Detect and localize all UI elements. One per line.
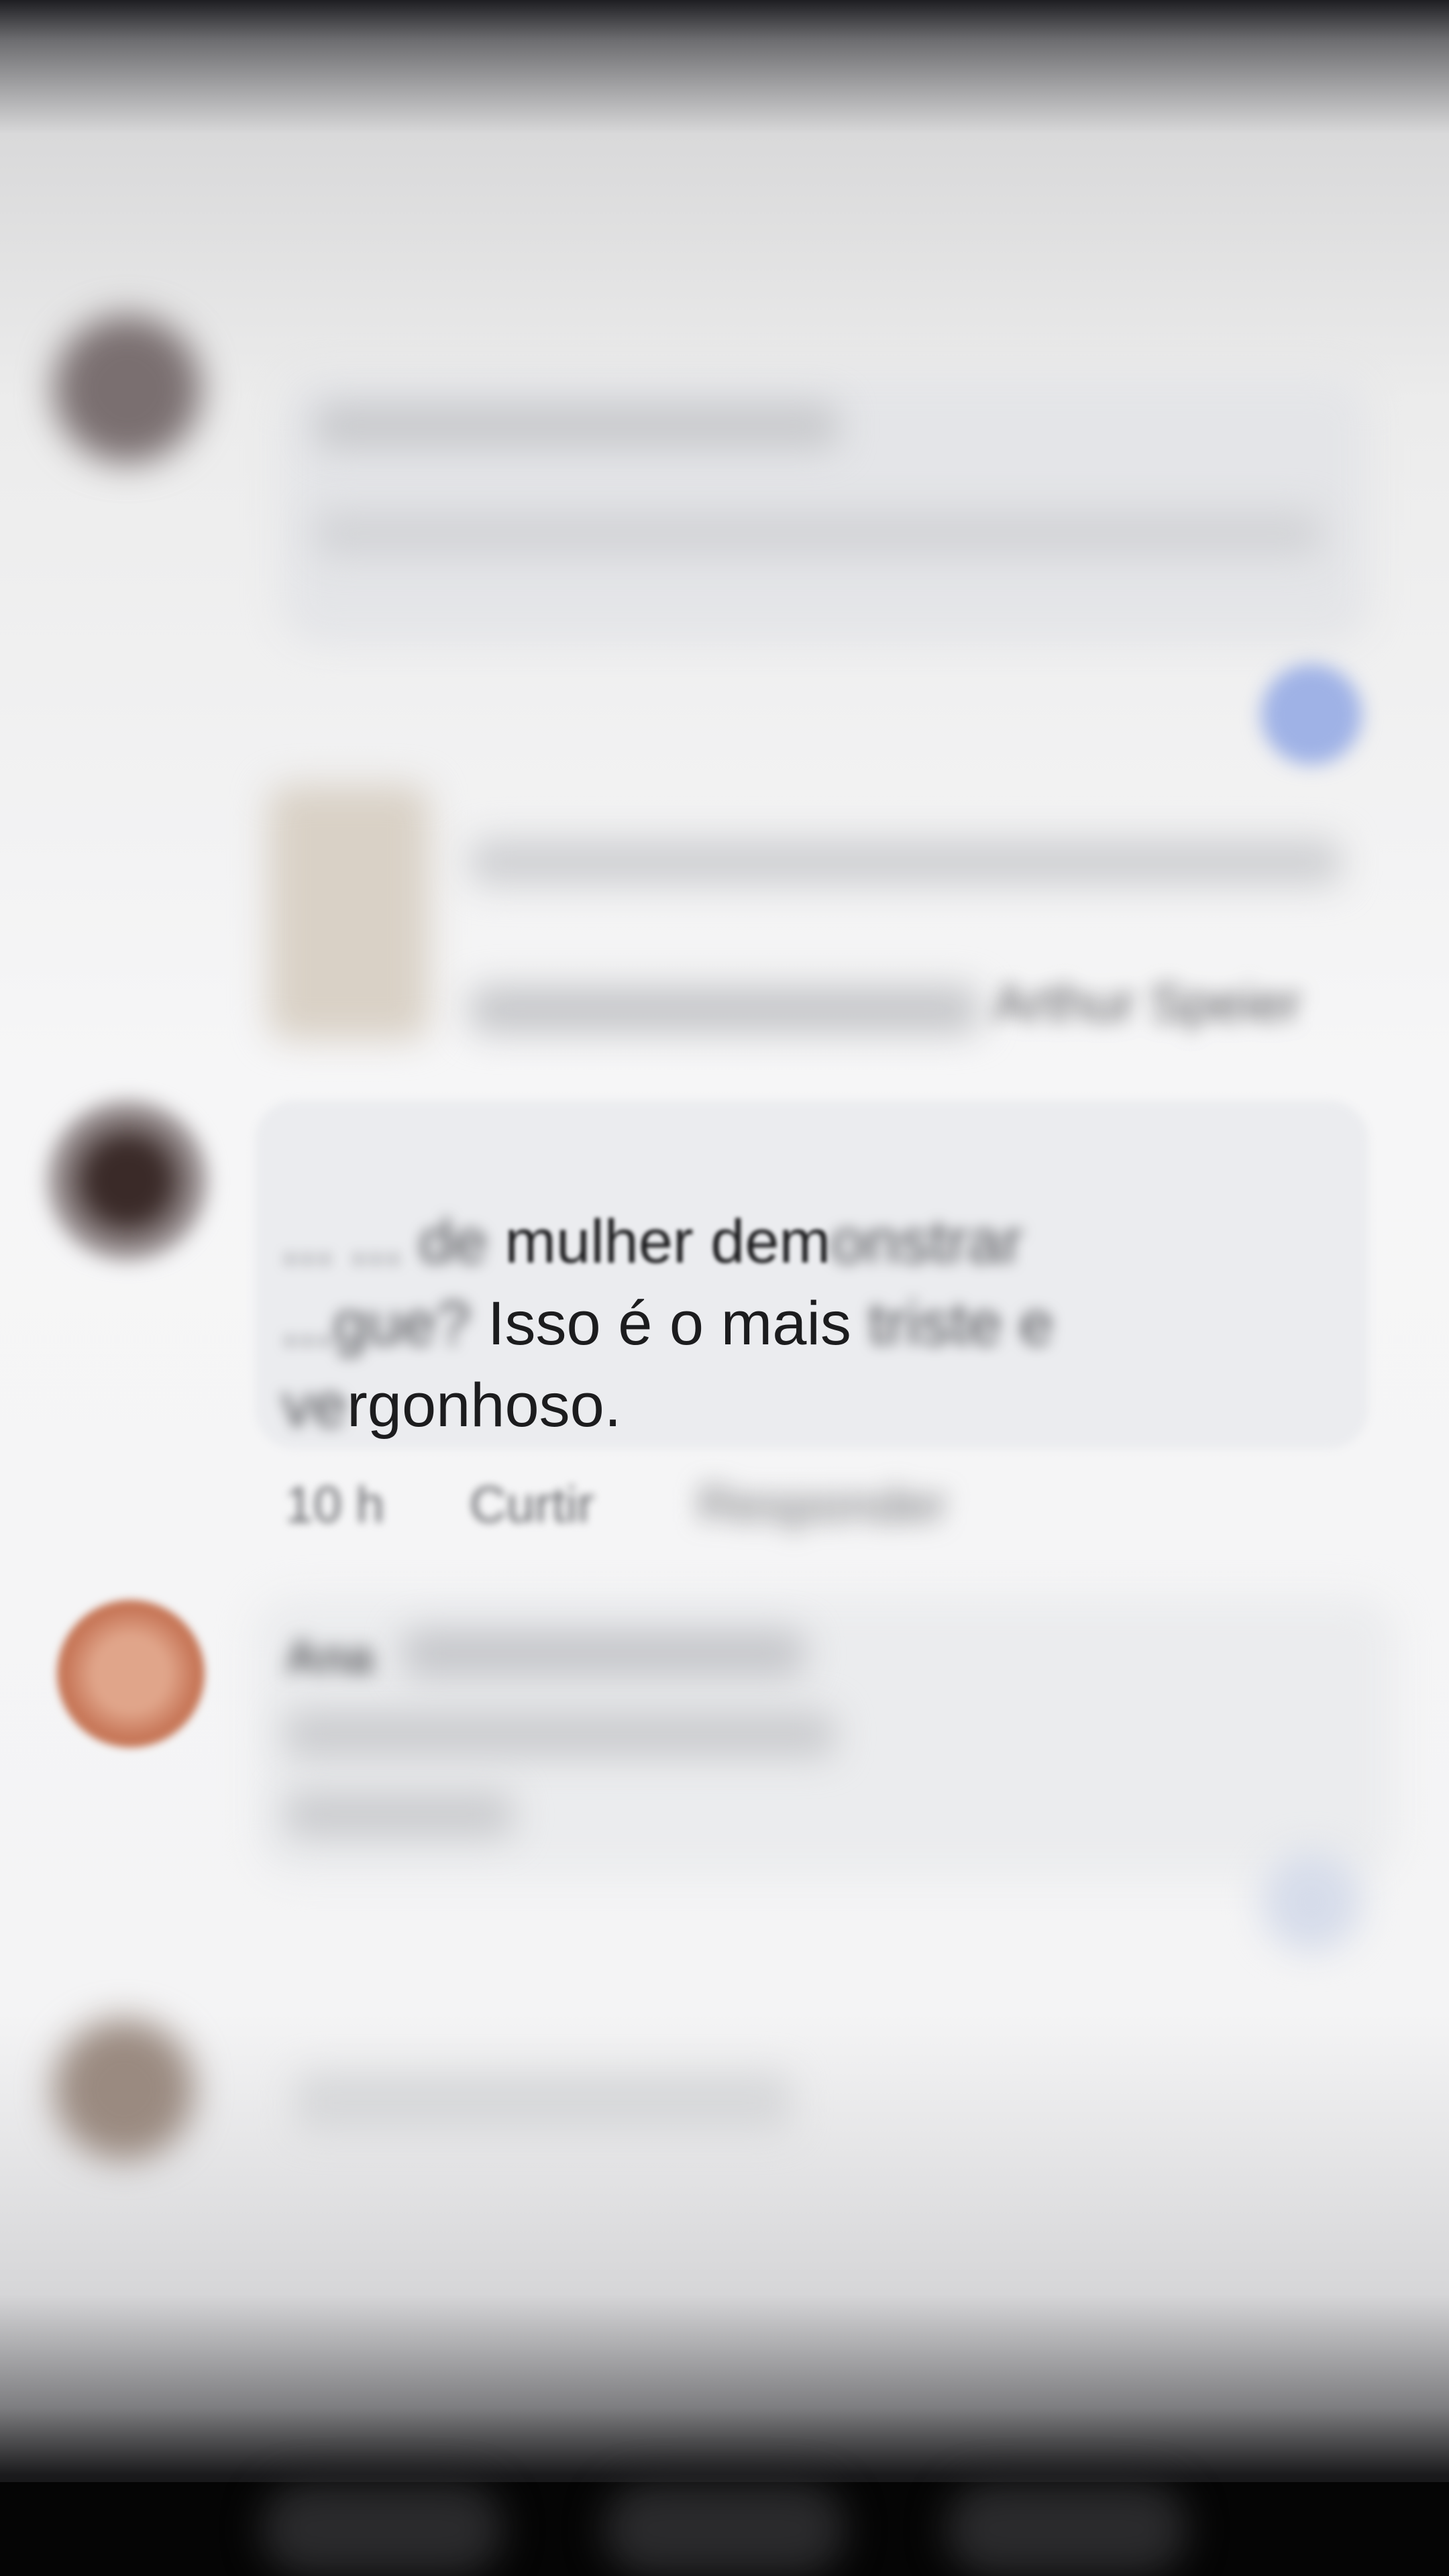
comment-timestamp: 10 h xyxy=(285,1477,384,1534)
nav-back-button[interactable] xyxy=(262,2482,503,2576)
comment-text-blurred: ve xyxy=(282,1371,347,1440)
reaction-icon[interactable] xyxy=(1261,1851,1362,1952)
avatar-previous-commenter[interactable] xyxy=(54,315,201,463)
nav-home-button[interactable] xyxy=(604,2482,845,2576)
comment-text-visible: Isso é o mais xyxy=(487,1289,851,1358)
avatar-next-commenter[interactable] xyxy=(57,1600,205,1748)
nav-recents-button[interactable] xyxy=(946,2482,1187,2576)
link-preview-line xyxy=(470,839,1342,885)
like-button[interactable]: Curtir xyxy=(470,1476,594,1534)
next-comment-line xyxy=(285,1791,513,1838)
reply-button[interactable]: Responder xyxy=(698,1476,947,1534)
avatar-commenter-4[interactable] xyxy=(54,2019,195,2160)
previous-comment-line xyxy=(315,510,1322,557)
next-comment-line xyxy=(285,1711,835,1758)
reaction-icon[interactable] xyxy=(1261,664,1362,765)
comment-text: ... ... de mulher demonstrar ...gue? Iss… xyxy=(282,1201,1328,1446)
link-preview-text[interactable]: Arthur Speier xyxy=(993,973,1301,1034)
comment-text-blurred: triste e xyxy=(868,1289,1054,1358)
next-comment-author[interactable]: Ana xyxy=(285,1630,374,1684)
avatar-commenter[interactable] xyxy=(47,1100,208,1261)
comment-4-line xyxy=(295,2073,792,2133)
comment-text-visible: mulher dem xyxy=(504,1208,831,1276)
previous-comment-line xyxy=(315,402,839,449)
link-preview-line xyxy=(470,986,979,1033)
next-comment-line xyxy=(402,1630,805,1677)
comment-text-blurred: ... ... de xyxy=(282,1208,488,1276)
link-preview-thumbnail[interactable] xyxy=(268,785,429,1040)
screen: Arthur Speier ... ... de mulher demonstr… xyxy=(0,0,1449,2576)
comment-text-blurred: ...gue? xyxy=(282,1289,471,1358)
comment-text-visible: rgonhoso. xyxy=(347,1371,622,1440)
comment-text-blurred: onstrar xyxy=(830,1208,1023,1276)
